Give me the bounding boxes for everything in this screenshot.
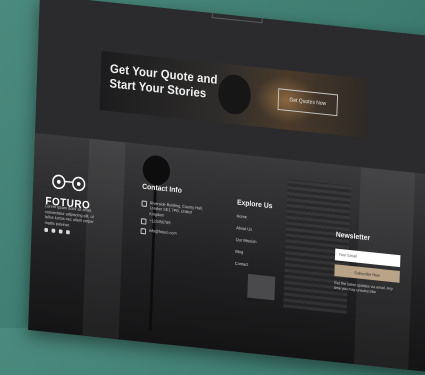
explore-link-blog[interactable]: Blog (235, 249, 243, 255)
explore-link-mission[interactable]: Our Mission (236, 237, 257, 244)
glasses-logo-icon (52, 174, 86, 192)
brand-description: Lorem ipsum dolor sit amet, consectetur … (44, 203, 94, 228)
instagram-icon[interactable] (58, 229, 63, 234)
footer: FOTURO Lorem ipsum dolor sit amet, conse… (28, 132, 425, 375)
youtube-icon[interactable] (66, 230, 70, 235)
explore-link-home[interactable]: Home (236, 213, 247, 219)
website-screen: Get Your Quote and Start Your Stories Ge… (28, 0, 425, 375)
explore-title: Explore Us (236, 197, 273, 211)
explore-link-contact[interactable]: Contact (235, 261, 249, 267)
studio-box (247, 273, 276, 301)
studio-blinds (283, 179, 352, 314)
contact-title: Contact Info (142, 181, 182, 195)
contact-email[interactable]: info@foturo.com (140, 227, 177, 237)
explore-link-about[interactable]: About Us (236, 225, 252, 232)
contact-phone[interactable]: +123456789 (140, 217, 170, 226)
social-links (44, 227, 70, 235)
backdrop-panel (82, 138, 126, 340)
banner-title: Get Your Quote and Start Your Stories (109, 62, 246, 106)
twitter-icon[interactable] (51, 228, 56, 233)
mail-icon (140, 227, 147, 235)
facebook-icon[interactable] (44, 227, 49, 233)
location-icon (141, 199, 148, 207)
phone-icon (140, 217, 147, 225)
